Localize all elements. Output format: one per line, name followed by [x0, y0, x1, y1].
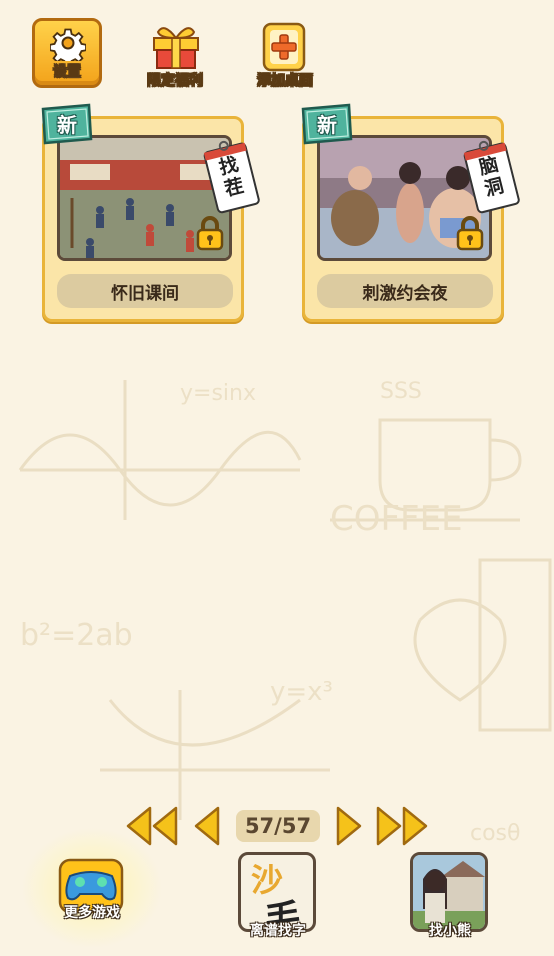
lock-icon: [196, 216, 224, 251]
gift-icon: [153, 27, 199, 69]
welfare-button[interactable]: 限定福利: [140, 22, 210, 89]
page-indicator: 57/57: [236, 810, 320, 842]
next-page-icon[interactable]: [334, 804, 366, 848]
prev-page-icon[interactable]: [190, 804, 222, 848]
find-word-label: 离谱找字: [250, 923, 306, 939]
find-word-game-button[interactable]: 沙 毛 离谱找字: [238, 852, 318, 944]
add-icon: [262, 22, 306, 72]
settings-label: 设置: [53, 64, 82, 81]
level-title-1: 怀旧课间: [57, 274, 233, 308]
find-bear-label: 找小熊: [429, 923, 471, 939]
svg-text:SSS: SSS: [380, 379, 422, 404]
settings-button[interactable]: 设置: [32, 18, 102, 88]
svg-text:y=x³: y=x³: [270, 677, 333, 707]
svg-text:y=sinx: y=sinx: [180, 381, 256, 406]
svg-text:b²=2ab: b²=2ab: [20, 618, 133, 653]
last-page-icon[interactable]: [374, 804, 430, 848]
more-games-label: 更多游戏: [64, 905, 120, 921]
new-badge: 新: [37, 103, 95, 145]
find-bear-game-button[interactable]: 找小熊: [410, 852, 490, 944]
gear-icon: [50, 28, 86, 61]
add-desktop-button[interactable]: 添加桌面: [250, 22, 320, 89]
level-card-1[interactable]: 新 找茬 怀旧课间: [41, 103, 260, 322]
new-badge: 新: [297, 103, 355, 145]
add-desktop-label: 添加桌面: [257, 73, 314, 90]
lock-icon: [456, 216, 484, 251]
level-card-2[interactable]: 新 脑洞 刺激约会夜: [301, 103, 520, 322]
level-title-2: 刺激约会夜: [317, 274, 493, 308]
welfare-label: 限定福利: [147, 73, 204, 90]
svg-text:COFFEE: COFFEE: [330, 499, 463, 539]
more-games-button[interactable]: 更多游戏: [22, 828, 162, 948]
